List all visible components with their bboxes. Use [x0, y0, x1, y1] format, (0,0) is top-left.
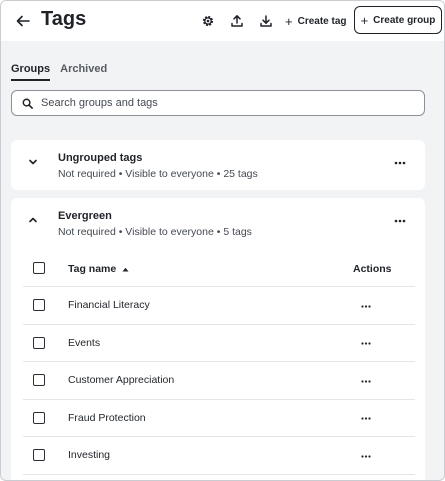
app-window: Tags + Create tag + Create group Groups …: [0, 0, 445, 481]
table-row: Financial Literacy: [23, 287, 415, 325]
plus-icon: +: [360, 12, 369, 28]
group-name: Ungrouped tags: [58, 152, 143, 164]
page-title: Tags: [41, 8, 87, 30]
column-header-actions: Actions: [353, 263, 392, 275]
create-tag-label: Create tag: [297, 15, 347, 27]
row-checkbox[interactable]: [33, 449, 45, 461]
arrow-left-icon: [16, 15, 30, 27]
tags-table: Tag name Actions Financial Literacy Even…: [23, 250, 415, 475]
more-horizontal-icon: [361, 417, 371, 420]
upload-icon: [231, 15, 243, 27]
select-all-checkbox[interactable]: [33, 262, 45, 274]
page-header: Tags + Create tag + Create group: [1, 1, 444, 41]
group-more-button[interactable]: [391, 157, 409, 169]
create-group-label: Create group: [373, 14, 436, 26]
chevron-up-icon: [29, 217, 37, 223]
tag-name: Events: [68, 336, 101, 349]
tab-bar: Groups Archived: [11, 63, 107, 81]
upload-button[interactable]: [227, 11, 247, 31]
download-button[interactable]: [256, 11, 276, 31]
more-horizontal-icon: [361, 379, 371, 383]
search-icon: [22, 98, 33, 109]
table-row: Customer Appreciation: [23, 362, 415, 400]
group-card-evergreen: Evergreen Not required • Visible to ever…: [11, 198, 425, 480]
create-group-button[interactable]: + Create group: [354, 6, 442, 34]
group-name: Evergreen: [58, 210, 112, 222]
row-more-button[interactable]: [359, 376, 373, 386]
tab-archived[interactable]: Archived: [60, 63, 107, 81]
row-checkbox[interactable]: [33, 299, 45, 311]
row-more-button[interactable]: [359, 414, 373, 424]
expand-toggle[interactable]: [25, 154, 41, 170]
tag-name: Financial Literacy: [68, 299, 150, 311]
tag-name: Customer Appreciation: [68, 374, 175, 386]
more-horizontal-icon: [394, 161, 406, 165]
row-more-button[interactable]: [359, 451, 373, 461]
group-more-button[interactable]: [391, 215, 409, 227]
table-row: Fraud Protection: [23, 400, 415, 437]
sort-ascending-icon: [122, 267, 129, 271]
search-input[interactable]: [41, 97, 401, 109]
more-horizontal-icon: [361, 304, 371, 308]
table-row: Events: [23, 325, 415, 362]
tag-name: Fraud Protection: [68, 411, 146, 424]
group-meta: Not required • Visible to everyone • 25 …: [58, 168, 258, 180]
row-checkbox[interactable]: [33, 374, 45, 386]
more-horizontal-icon: [361, 342, 371, 345]
row-more-button[interactable]: [359, 339, 373, 349]
column-header-tag-name[interactable]: Tag name: [68, 263, 129, 275]
group-meta: Not required • Visible to everyone • 5 t…: [58, 226, 252, 238]
more-horizontal-icon: [361, 454, 371, 458]
search-box: [11, 90, 425, 116]
gear-icon: [202, 15, 214, 27]
back-button[interactable]: [13, 11, 33, 31]
row-checkbox[interactable]: [33, 411, 45, 424]
column-header-label: Tag name: [68, 263, 117, 275]
create-tag-button[interactable]: + Create tag: [285, 10, 347, 32]
group-card-ungrouped: Ungrouped tags Not required • Visible to…: [11, 140, 425, 190]
tab-groups[interactable]: Groups: [11, 63, 51, 81]
tag-name: Investing: [68, 449, 111, 461]
download-icon: [260, 15, 272, 27]
collapse-toggle[interactable]: [25, 212, 41, 228]
table-row: Investing: [23, 437, 415, 475]
row-more-button[interactable]: [359, 301, 373, 311]
table-header: Tag name Actions: [23, 250, 415, 287]
more-horizontal-icon: [394, 219, 406, 223]
chevron-down-icon: [29, 159, 37, 165]
settings-button[interactable]: [198, 11, 218, 31]
plus-icon: +: [285, 13, 293, 29]
row-checkbox[interactable]: [33, 336, 45, 349]
